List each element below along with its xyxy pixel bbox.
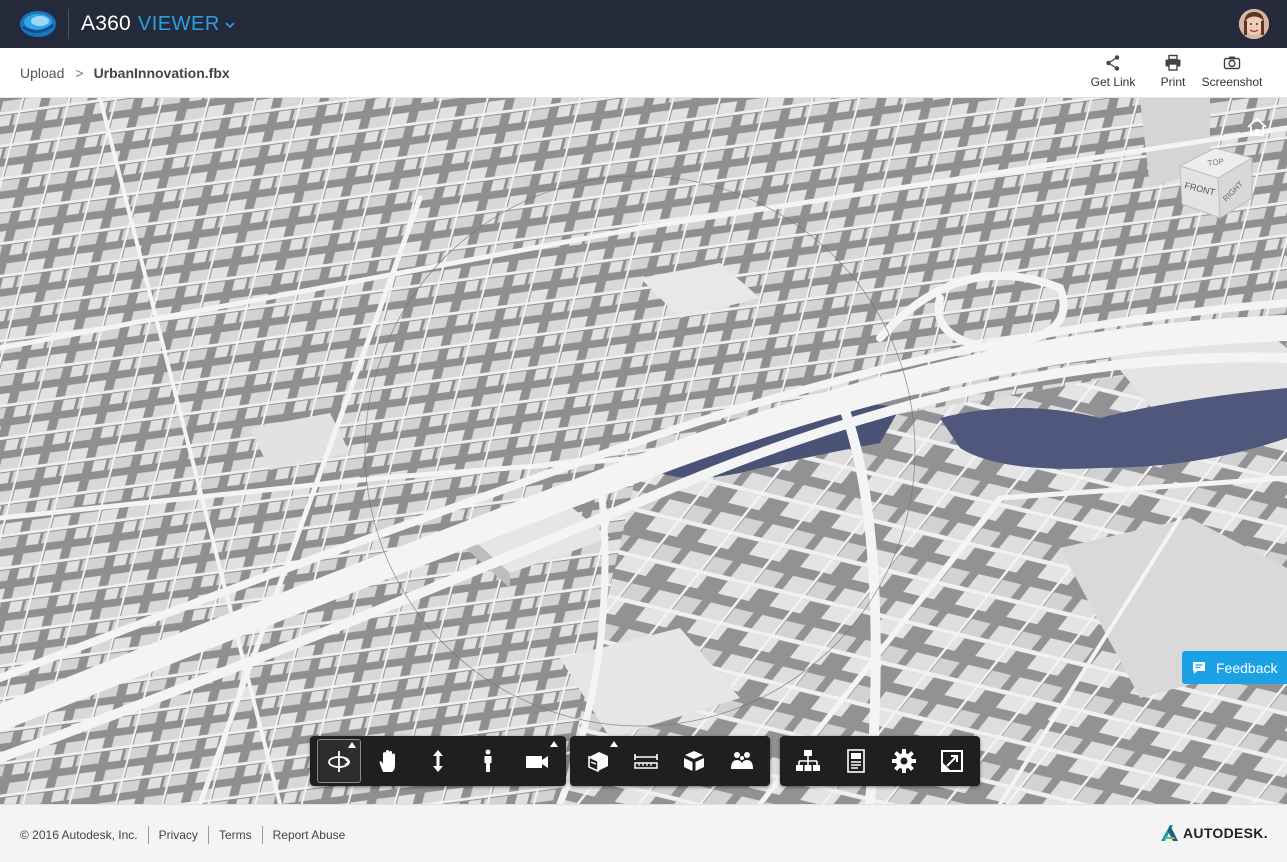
structure-icon xyxy=(796,750,820,771)
print-button[interactable]: Print xyxy=(1153,54,1193,89)
fullscreen-button[interactable] xyxy=(928,739,976,783)
settings-button[interactable] xyxy=(880,739,928,783)
properties-button[interactable] xyxy=(832,739,880,783)
pan-button[interactable] xyxy=(364,739,414,783)
feedback-label: Feedback xyxy=(1216,659,1278,676)
app-name: A360 xyxy=(81,12,131,35)
autodesk-brand[interactable]: AUTODESK. xyxy=(1160,824,1268,842)
feedback-button[interactable]: Feedback xyxy=(1182,651,1287,684)
zoom-button[interactable] xyxy=(413,739,463,783)
section-icon xyxy=(588,752,608,773)
chevron-down-icon[interactable] xyxy=(225,18,235,32)
measure-button[interactable] xyxy=(622,739,670,783)
explode-icon xyxy=(684,751,704,771)
header-divider xyxy=(68,9,69,39)
terms-link[interactable]: Terms xyxy=(219,828,252,842)
toolbar-model-group xyxy=(570,736,770,786)
autodesk-wordmark: AUTODESK. xyxy=(1183,825,1268,841)
footer: © 2016 Autodesk, Inc. Privacy Terms Repo… xyxy=(0,804,1287,862)
camera-icon xyxy=(1223,56,1241,70)
screenshot-label: Screenshot xyxy=(1201,75,1263,89)
pan-icon xyxy=(380,750,396,772)
footer-links: © 2016 Autodesk, Inc. Privacy Terms Repo… xyxy=(20,826,345,844)
breadcrumb-upload-link[interactable]: Upload xyxy=(20,65,64,81)
orbit-flyout-indicator[interactable] xyxy=(347,742,356,748)
privacy-link[interactable]: Privacy xyxy=(159,828,198,842)
report-abuse-link[interactable]: Report Abuse xyxy=(273,828,346,842)
viewcube[interactable]: TOP FRONT RIGHT xyxy=(1170,136,1260,226)
footer-divider xyxy=(147,826,149,844)
breadcrumb: Upload > UrbanInnovation.fbx xyxy=(20,65,230,81)
a360-logo-icon[interactable] xyxy=(19,9,57,39)
zoom-icon xyxy=(433,750,444,772)
measure-icon xyxy=(634,754,658,769)
city-model-render[interactable] xyxy=(0,98,1287,804)
get-link-button[interactable]: Get Link xyxy=(1088,54,1138,89)
toolbar-settings-group xyxy=(780,736,980,786)
get-link-label: Get Link xyxy=(1090,75,1136,89)
autodesk-logo-icon xyxy=(1161,825,1178,841)
model-viewport[interactable]: TOP FRONT RIGHT Feedback xyxy=(0,98,1287,804)
model-browser-icon xyxy=(731,752,753,769)
footer-divider xyxy=(261,826,263,844)
breadcrumb-separator: > xyxy=(75,65,84,81)
breadcrumb-current-file: UrbanInnovation.fbx xyxy=(93,65,230,81)
sub-header: Upload > UrbanInnovation.fbx Get Link Pr… xyxy=(0,48,1287,98)
top-bar: A360 VIEWER xyxy=(0,0,1287,48)
screenshot-button[interactable]: Screenshot xyxy=(1199,54,1265,89)
toolbar-navigation-group xyxy=(310,736,566,786)
copyright-text: © 2016 Autodesk, Inc. xyxy=(20,828,138,842)
structure-button[interactable] xyxy=(784,739,832,783)
first-person-button[interactable] xyxy=(463,739,513,783)
orbit-icon xyxy=(327,751,351,772)
printer-icon xyxy=(1165,54,1181,71)
first-person-icon xyxy=(484,749,492,772)
share-icon xyxy=(1106,55,1120,71)
model-browser-button[interactable] xyxy=(718,739,766,783)
footer-divider xyxy=(207,826,209,844)
explode-button[interactable] xyxy=(670,739,718,783)
camera-flyout-indicator[interactable] xyxy=(550,741,559,747)
app-menu-label[interactable]: VIEWER xyxy=(138,13,220,36)
chat-bubble-icon xyxy=(1193,661,1205,674)
camera-button[interactable] xyxy=(512,739,562,783)
orbit-button[interactable] xyxy=(317,739,361,783)
home-view-icon[interactable] xyxy=(1246,117,1268,137)
user-avatar[interactable] xyxy=(1239,9,1269,39)
camera-icon xyxy=(526,756,549,768)
settings-icon xyxy=(892,749,916,773)
fullscreen-icon xyxy=(941,750,963,772)
properties-icon xyxy=(847,749,865,773)
section-button[interactable] xyxy=(574,739,622,783)
print-label: Print xyxy=(1160,75,1186,89)
section-flyout-indicator[interactable] xyxy=(610,741,618,747)
